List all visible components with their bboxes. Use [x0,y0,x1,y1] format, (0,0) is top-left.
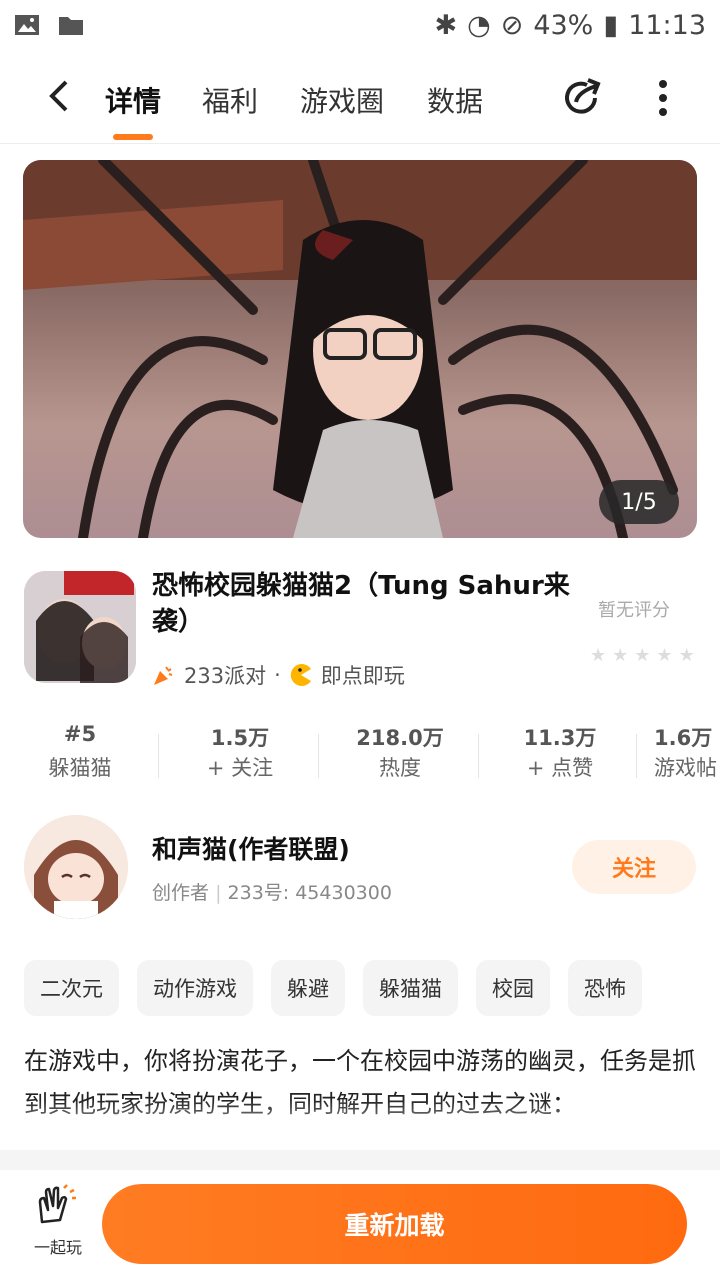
game-meta: 233派对 · 即点即玩 [152,660,405,690]
stat-value: 11.3万 [523,726,597,750]
stat-divider [478,734,479,778]
stat-likes[interactable]: 11.3万 + 点赞 [480,722,640,782]
stat-rank[interactable]: #5 躲猫猫 [0,722,160,782]
tab-benefits[interactable]: 福利 [202,80,258,120]
battery-percent: 43% [533,9,594,41]
author-sub-divider: | [215,882,228,904]
play-mode-label: 即点即玩 [320,664,405,688]
publisher-label: 233派对 [184,664,267,688]
active-tab-indicator [113,134,153,140]
stat-heat: 218.0万 热度 [320,722,480,782]
stat-divider [636,734,637,778]
rating-stars: ★ ★ ★ ★ ★ [590,645,695,666]
author-name[interactable]: 和声猫(作者联盟) [152,830,350,866]
back-arrow-icon[interactable] [44,76,74,116]
stat-label: + 点赞 [526,756,594,780]
star-icon: ★ [612,645,629,666]
stat-label: 躲猫猫 [48,756,112,780]
tag-list: 二次元 动作游戏 躲避 躲猫猫 校园 恐怖 [24,960,642,1016]
author-id: 233号: 45430300 [227,882,392,904]
game-icon [24,571,136,683]
wifi-icon: ◔ [467,9,491,41]
stat-value: 1.5万 [210,726,270,750]
author-avatar[interactable] [24,815,128,919]
star-icon: ★ [634,645,651,666]
pacman-icon [290,664,311,686]
stat-label: + 关注 [206,756,274,780]
stat-posts[interactable]: 1.6万游戏帖 [640,722,720,782]
author-role: 创作者 [152,882,210,904]
stat-divider [318,734,319,778]
tag-chip[interactable]: 校园 [476,960,550,1016]
clock: 11:13 [628,9,706,41]
tag-chip[interactable]: 躲避 [271,960,345,1016]
play-together-button[interactable]: 一起玩 [28,1184,88,1258]
tag-chip[interactable]: 恐怖 [568,960,642,1016]
clapping-hands-icon [38,1184,76,1224]
top-navigation: 详情 福利 游戏圈 数据 [0,50,720,144]
star-icon: ★ [678,645,695,666]
gallery-notification-icon [15,15,39,35]
game-title: 恐怖校园躲猫猫2（Tung Sahur来袭） [152,571,570,637]
stat-value: 1.6万 [654,726,713,750]
stat-value: #5 [63,722,97,746]
status-bar: ✱ ◔ ⊘ 43% ▮ 11:13 [0,0,720,50]
tag-chip[interactable]: 躲猫猫 [363,960,458,1016]
stats-row: #5 躲猫猫 1.5万 + 关注 218.0万 热度 11.3万 + 点赞 1.6万游戏… [0,722,720,786]
author-subtitle: 创作者 | 233号: 45430300 [152,878,392,905]
play-together-label: 一起玩 [33,1238,82,1257]
tab-details[interactable]: 详情 [105,80,161,120]
follow-author-button[interactable]: 关注 [572,840,696,894]
tab-game-circle[interactable]: 游戏圈 [300,80,384,120]
description-fade [0,1100,720,1150]
tab-data[interactable]: 数据 [427,80,483,120]
star-icon: ★ [590,645,607,666]
battery-icon: ▮ [603,9,619,41]
stat-value: 218.0万 [356,726,444,750]
dnd-icon: ⊘ [500,9,524,41]
party-popper-icon [154,666,173,685]
stat-label: 热度 [379,756,421,780]
folder-notification-icon [59,17,83,35]
share-icon[interactable] [562,76,604,118]
tag-chip[interactable]: 二次元 [24,960,119,1016]
reload-button[interactable]: 重新加载 [102,1184,687,1264]
image-counter: 1/5 [599,480,679,524]
tag-chip[interactable]: 动作游戏 [137,960,253,1016]
stat-follow[interactable]: 1.5万 + 关注 [160,722,320,782]
meta-separator: · [274,663,281,687]
star-icon: ★ [656,645,673,666]
section-separator [0,1150,720,1170]
screenshot-image [23,160,697,538]
rating-text: 暂无评分 [598,600,670,621]
stat-label: 游戏帖 [654,756,717,780]
screenshot-carousel[interactable]: 1/5 [23,160,697,538]
stat-divider [158,734,159,778]
more-options-icon[interactable] [651,78,675,118]
bluetooth-icon: ✱ [434,9,458,41]
